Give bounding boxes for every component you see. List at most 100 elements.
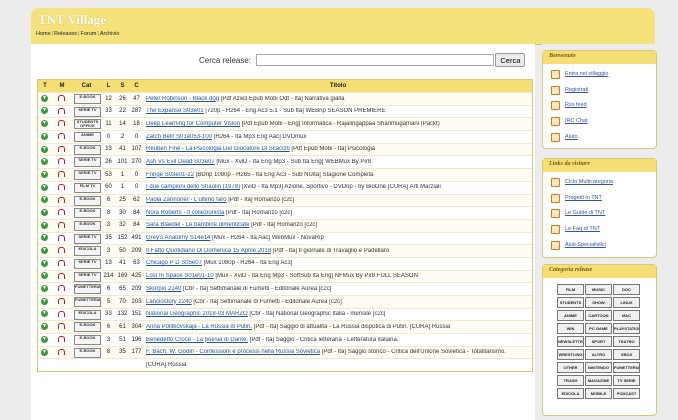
- release-link[interactable]: Fringe S03e01-22: [146, 172, 194, 178]
- benvenuto-item[interactable]: Rss feed: [543, 97, 656, 113]
- magnet-icon[interactable]: [58, 95, 65, 102]
- category-button[interactable]: XBOX: [613, 349, 640, 360]
- category-badge[interactable]: FUMETTERIA: [74, 297, 101, 307]
- nav-archivio[interactable]: Archivio: [100, 31, 120, 37]
- magnet-icon[interactable]: [58, 272, 65, 280]
- category-button[interactable]: OTHER: [557, 362, 584, 373]
- release-link[interactable]: Zatch Bell! S01e053-100: [146, 134, 212, 140]
- release-link[interactable]: Ash Vs Evil Dead S03e07: [146, 159, 215, 165]
- category-badge[interactable]: SERIE TV: [74, 271, 101, 282]
- torrent-download-icon[interactable]: ▼: [41, 94, 48, 102]
- category-button[interactable]: ALTRO: [585, 349, 612, 360]
- category-badge[interactable]: FUMETTERIA: [74, 284, 101, 295]
- visit-item[interactable]: Ciclo Multicategoria: [543, 174, 656, 190]
- magnet-icon[interactable]: [58, 107, 65, 115]
- release-link[interactable]: Peter Robinson - Black dog: [146, 96, 219, 102]
- torrent-download-icon[interactable]: ▼: [41, 297, 48, 305]
- header-cat[interactable]: Cat: [74, 83, 99, 89]
- header-l[interactable]: L: [102, 83, 115, 89]
- category-badge[interactable]: E-BOOK: [74, 144, 101, 155]
- category-button[interactable]: WRESTLING: [557, 349, 584, 360]
- visit-item[interactable]: Progetti in TNT: [543, 190, 656, 206]
- header-t[interactable]: T: [41, 83, 49, 89]
- category-button[interactable]: PODCAST: [613, 388, 640, 399]
- release-link[interactable]: F. Bach, W. Godin - Confessioni e proces…: [146, 349, 320, 355]
- torrent-download-icon[interactable]: ▼: [41, 348, 48, 356]
- torrent-download-icon[interactable]: ▼: [41, 259, 48, 267]
- torrent-download-icon[interactable]: ▼: [41, 247, 48, 255]
- category-button[interactable]: PLAYSTATION: [613, 323, 640, 334]
- category-badge[interactable]: SERIE TV: [74, 157, 101, 168]
- magnet-icon[interactable]: [58, 310, 65, 318]
- torrent-download-icon[interactable]: ▼: [41, 234, 48, 242]
- category-button[interactable]: WIN: [557, 323, 584, 334]
- torrent-download-icon[interactable]: ▼: [41, 132, 48, 140]
- magnet-icon[interactable]: [58, 336, 65, 343]
- magnet-icon[interactable]: [58, 234, 65, 242]
- release-link[interactable]: Il Fatto Quotidiano Di Domenica 15 April…: [146, 248, 271, 254]
- category-badge[interactable]: E-BOOK: [74, 322, 101, 333]
- category-button[interactable]: PC GAME: [585, 323, 612, 334]
- nav-home[interactable]: Home: [36, 31, 51, 37]
- torrent-download-icon[interactable]: ▼: [41, 145, 48, 153]
- torrent-download-icon[interactable]: ▼: [41, 285, 48, 293]
- benvenuto-item[interactable]: Entra nel villaggio: [543, 66, 656, 82]
- release-link[interactable]: The Expanse S03e01: [146, 108, 204, 114]
- magnet-icon[interactable]: [58, 183, 65, 191]
- torrent-download-icon[interactable]: ▼: [41, 120, 48, 128]
- magnet-icon[interactable]: [58, 221, 65, 229]
- benvenuto-link[interactable]: Aiuto: [565, 134, 578, 140]
- benvenuto-item[interactable]: IRC Chat: [543, 113, 656, 129]
- category-button[interactable]: SPORT: [585, 336, 612, 347]
- release-link[interactable]: I due campioni dello Shaolin (1978): [146, 184, 240, 190]
- magnet-icon[interactable]: [58, 120, 65, 127]
- header-c[interactable]: C: [130, 83, 143, 89]
- nav-forum[interactable]: Forum: [80, 31, 96, 37]
- benvenuto-link[interactable]: Entra nel villaggio: [565, 71, 608, 77]
- release-link[interactable]: Deep Learning for Computer Vision: [146, 121, 240, 127]
- torrent-download-icon[interactable]: ▼: [41, 310, 48, 318]
- visit-item[interactable]: Aiuti Specialistici: [543, 237, 656, 253]
- category-button[interactable]: FILM: [557, 284, 584, 295]
- category-badge[interactable]: E-BOOK: [74, 195, 101, 206]
- magnet-icon[interactable]: [58, 158, 65, 165]
- torrent-download-icon[interactable]: ▼: [41, 107, 48, 115]
- magnet-icon[interactable]: [58, 323, 65, 330]
- torrent-download-icon[interactable]: ▼: [41, 272, 48, 280]
- release-link[interactable]: Sara Blaedel - Le bambine dimenticate: [146, 222, 249, 228]
- benvenuto-link[interactable]: Registrati: [565, 87, 588, 93]
- category-button[interactable]: TV SERIE: [613, 375, 640, 386]
- category-button[interactable]: ANIME: [557, 310, 584, 321]
- magnet-icon[interactable]: [58, 145, 65, 153]
- search-input[interactable]: [255, 54, 494, 66]
- torrent-download-icon[interactable]: ▼: [41, 170, 48, 178]
- release-link[interactable]: National Geographic 2018-03 MARZO: [146, 311, 248, 317]
- torrent-download-icon[interactable]: ▼: [41, 208, 48, 216]
- category-button[interactable]: TRASH: [557, 375, 584, 386]
- header-m[interactable]: M: [58, 83, 66, 89]
- release-link[interactable]: Grey's Anatomy S14e14: [146, 235, 211, 241]
- visit-link[interactable]: Le Faq di TNT: [565, 226, 600, 232]
- visit-link[interactable]: Aiuti Specialistici: [565, 242, 606, 248]
- visit-link[interactable]: Le Guide di TNT: [565, 210, 605, 216]
- magnet-icon[interactable]: [58, 133, 65, 140]
- category-button[interactable]: CARTOON: [585, 310, 612, 321]
- visit-link[interactable]: Ciclo Multicategoria: [565, 179, 613, 185]
- visit-link[interactable]: Progetti in TNT: [565, 195, 602, 201]
- category-badge[interactable]: E-BOOK: [74, 94, 101, 104]
- category-button[interactable]: SHOW: [585, 297, 612, 308]
- category-badge[interactable]: E-BOOK: [74, 335, 101, 346]
- category-badge[interactable]: SERIE TV: [74, 258, 101, 269]
- release-link[interactable]: Anna Politkovskaja - La Russia di Putin.: [146, 324, 252, 330]
- benvenuto-link[interactable]: IRC Chat: [565, 118, 588, 124]
- category-badge[interactable]: SERIE TV: [74, 170, 101, 181]
- torrent-download-icon[interactable]: ▼: [41, 158, 48, 166]
- release-link[interactable]: Skorpio 2140: [146, 286, 181, 292]
- magnet-icon[interactable]: [58, 285, 65, 292]
- release-link[interactable]: Chicago P D S05e07: [146, 260, 202, 266]
- release-link[interactable]: Lanciostory 2240: [146, 299, 192, 305]
- torrent-download-icon[interactable]: ▼: [41, 335, 48, 343]
- category-button[interactable]: DOC: [613, 284, 640, 295]
- magnet-icon[interactable]: [58, 348, 65, 356]
- torrent-download-icon[interactable]: ▼: [41, 183, 48, 191]
